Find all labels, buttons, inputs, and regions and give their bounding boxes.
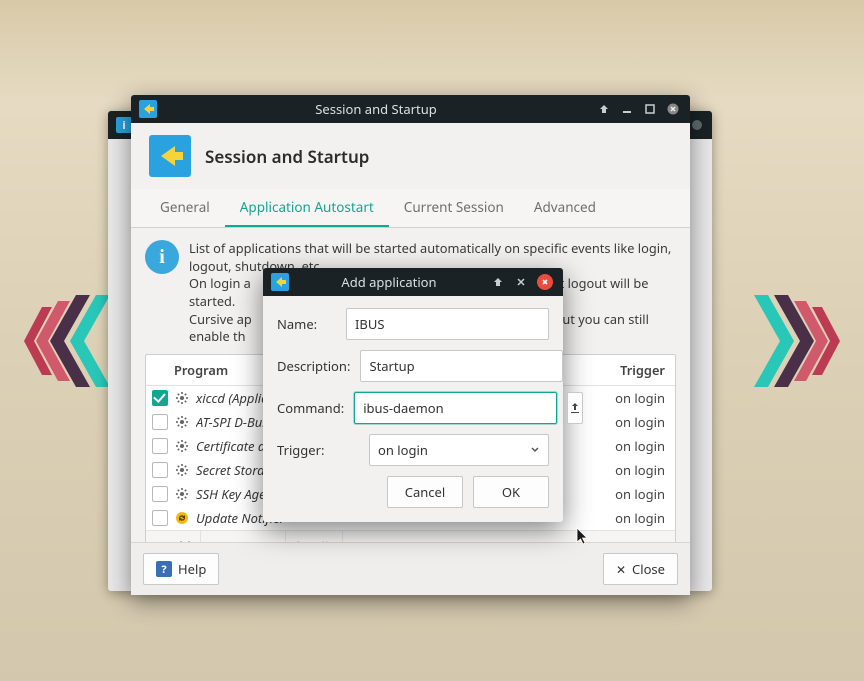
page-title: Session and Startup <box>205 145 369 168</box>
row-trigger: on login <box>589 485 675 503</box>
command-input[interactable] <box>354 392 557 424</box>
dialog-title: Add application <box>297 273 481 291</box>
row-checkbox[interactable] <box>152 510 168 526</box>
gear-icon <box>174 390 190 406</box>
help-icon: ? <box>156 561 172 577</box>
footer: ?Help ✕Close <box>131 542 690 595</box>
background-window-icon: i <box>116 117 132 133</box>
x-icon: ✕ <box>616 561 626 578</box>
dialog-maximize-button[interactable] <box>514 275 528 289</box>
row-trigger: on login <box>589 461 675 479</box>
minimize-button[interactable] <box>620 102 634 116</box>
chevron-down-icon <box>530 445 540 455</box>
app-icon <box>139 100 157 118</box>
edit-button[interactable]: ✎Edit <box>286 531 343 542</box>
tab-application-autostart[interactable]: Application Autostart <box>225 189 389 227</box>
dialog-titlebar[interactable]: Add application <box>263 268 563 296</box>
row-checkbox[interactable] <box>152 462 168 478</box>
cancel-button[interactable]: Cancel <box>387 476 463 508</box>
add-button[interactable]: +Add <box>146 531 201 542</box>
info-icon: i <box>145 240 179 274</box>
trigger-label: Trigger: <box>277 441 359 459</box>
gear-icon <box>174 414 190 430</box>
window-title: Session and Startup <box>165 100 587 118</box>
ok-button[interactable]: OK <box>473 476 549 508</box>
header: Session and Startup <box>131 123 690 189</box>
column-trigger[interactable]: Trigger <box>583 355 675 385</box>
command-label: Command: <box>277 399 344 417</box>
browse-command-button[interactable] <box>567 392 583 424</box>
dialog-keep-above-button[interactable] <box>491 275 505 289</box>
header-icon <box>149 135 191 177</box>
description-input[interactable] <box>360 350 563 382</box>
close-window-button[interactable]: ✕Close <box>603 553 678 585</box>
row-trigger: on login <box>589 509 675 527</box>
row-trigger: on login <box>589 389 675 407</box>
dialog-close-button[interactable] <box>537 274 553 290</box>
add-application-dialog: Add application Name: Description: Comma… <box>263 268 563 522</box>
row-checkbox[interactable] <box>152 438 168 454</box>
row-checkbox[interactable] <box>152 390 168 406</box>
name-label: Name: <box>277 315 336 333</box>
gear-icon <box>174 486 190 502</box>
gear-icon <box>174 438 190 454</box>
tab-current-session[interactable]: Current Session <box>389 189 519 227</box>
row-checkbox[interactable] <box>152 486 168 502</box>
keep-above-button[interactable] <box>597 102 611 116</box>
dialog-app-icon <box>271 273 289 291</box>
name-input[interactable] <box>346 308 549 340</box>
remove-button[interactable]: —Remove <box>201 531 286 542</box>
gear-icon <box>174 462 190 478</box>
trigger-select[interactable]: on login <box>369 434 549 466</box>
upload-icon <box>568 401 582 415</box>
row-trigger: on login <box>589 413 675 431</box>
update-icon <box>174 510 190 526</box>
row-checkbox[interactable] <box>152 414 168 430</box>
maximize-button[interactable] <box>643 102 657 116</box>
tab-general[interactable]: General <box>145 189 225 227</box>
description-label: Description: <box>277 357 350 375</box>
decorative-chevrons-left <box>18 281 110 401</box>
decorative-chevrons-right <box>754 281 846 401</box>
tab-advanced[interactable]: Advanced <box>519 189 611 227</box>
titlebar[interactable]: Session and Startup <box>131 95 690 123</box>
tabs: General Application Autostart Current Se… <box>131 189 690 228</box>
row-trigger: on login <box>589 437 675 455</box>
help-button[interactable]: ?Help <box>143 553 219 585</box>
close-button[interactable] <box>666 102 680 116</box>
